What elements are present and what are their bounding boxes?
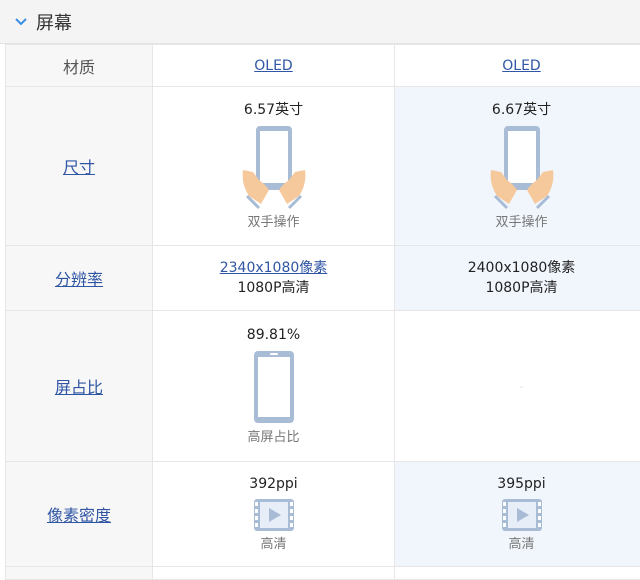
row-label-size[interactable]: 尺寸 [6, 87, 153, 246]
row-label-resolution[interactable]: 分辨率 [6, 246, 153, 311]
resolution-sub-1: 1080P高清 [153, 278, 394, 298]
section-title: 屏幕 [36, 9, 72, 35]
ratio-sub-1: 高屏占比 [153, 429, 394, 447]
density-cell-2: 395ppi 高清 [395, 462, 640, 567]
table-row: 尺寸 6.57英寸 双手操作 6.67英寸 [6, 87, 640, 246]
material-link-1[interactable]: OLED [254, 58, 292, 74]
size-cell-2: 6.67英寸 双手操作 [395, 87, 640, 246]
density-value-2: 395ppi [395, 474, 640, 494]
video-play-icon [253, 498, 295, 532]
size-sub-1: 双手操作 [153, 214, 394, 232]
chevron-down-icon [14, 15, 28, 29]
material-cell-1[interactable]: OLED [153, 45, 395, 87]
two-hand-phone-icon [239, 124, 309, 210]
section-header-screen[interactable]: 屏幕 [0, 0, 640, 44]
resolution-sub-2: 1080P高清 [395, 278, 640, 298]
table-row: 分辨率 2340x1080像素 1080P高清 2400x1080像素 1080… [6, 246, 640, 311]
size-value-1: 6.57英寸 [153, 100, 394, 120]
density-sub-1: 高清 [153, 536, 394, 554]
density-value-1: 392ppi [153, 474, 394, 494]
density-cell-1: 392ppi 高清 [153, 462, 395, 567]
row-label-material: 材质 [6, 45, 153, 87]
resolution-cell-2: 2400x1080像素 1080P高清 [395, 246, 640, 311]
resolution-link-1[interactable]: 2340x1080像素 [220, 260, 328, 276]
ratio-cell-1: 89.81% 高屏占比 [153, 311, 395, 462]
row-label-ratio[interactable]: 屏占比 [6, 311, 153, 462]
material-link-2[interactable]: OLED [502, 58, 540, 74]
table-row: 像素密度 392ppi 高清 395ppi [6, 462, 640, 567]
size-sub-2: 双手操作 [395, 214, 640, 232]
density-sub-2: 高清 [395, 536, 640, 554]
size-value-2: 6.67英寸 [395, 100, 640, 120]
material-cell-2[interactable]: OLED [395, 45, 640, 87]
two-hand-phone-icon [487, 124, 557, 210]
resolution-value-2: 2400x1080像素 [395, 258, 640, 278]
ratio-cell-2: - [395, 311, 640, 462]
table-row: 材质 OLED OLED [6, 45, 640, 87]
full-screen-phone-icon [252, 349, 296, 425]
table-row [6, 567, 640, 580]
spec-table: 材质 OLED OLED 尺寸 6.57英寸 双手 [5, 44, 640, 580]
table-row: 屏占比 89.81% 高屏占比 - [6, 311, 640, 462]
video-play-icon [501, 498, 543, 532]
row-label-density[interactable]: 像素密度 [6, 462, 153, 567]
resolution-cell-1: 2340x1080像素 1080P高清 [153, 246, 395, 311]
ratio-value-2: - [520, 382, 524, 393]
ratio-value-1: 89.81% [153, 325, 394, 345]
size-cell-1: 6.57英寸 双手操作 [153, 87, 395, 246]
